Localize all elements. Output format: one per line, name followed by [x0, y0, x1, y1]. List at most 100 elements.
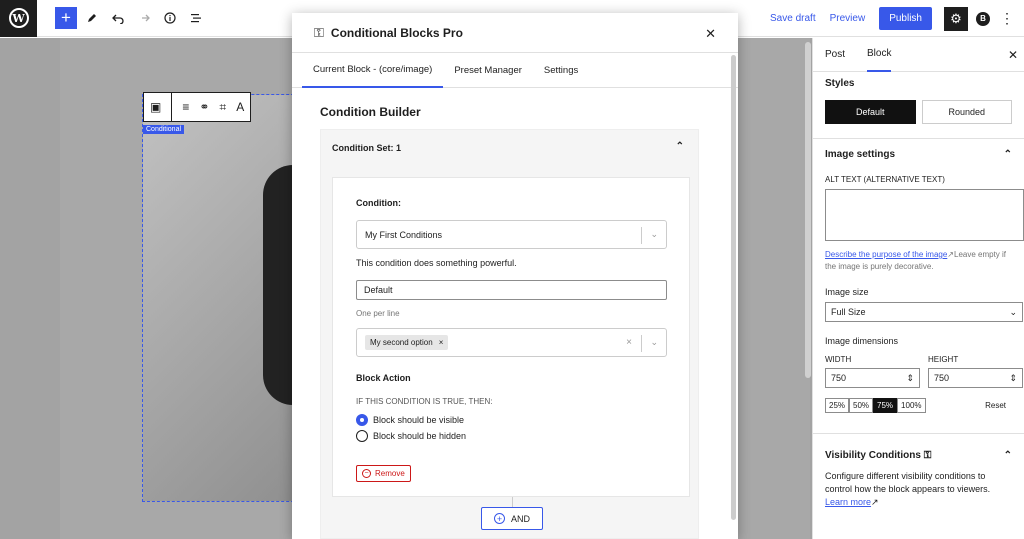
width-input[interactable]: 750 ⇕ [825, 368, 920, 388]
percentage-buttons: 25% 50% 75% 100% Reset [825, 398, 1012, 423]
tab-settings[interactable]: Settings [533, 53, 589, 88]
styles-panel: Styles Default Rounded [813, 72, 1024, 139]
image-settings-panel: Image settings ⌃ ALT TEXT (ALTERNATIVE TE… [813, 143, 1024, 434]
undo-icon[interactable] [107, 7, 129, 29]
text-overlay-icon[interactable]: A [236, 100, 244, 114]
wordpress-logo-icon[interactable]: W [0, 0, 37, 37]
condition-builder-title: Condition Builder [320, 105, 421, 119]
height-input[interactable]: 750 ⇕ [928, 368, 1023, 388]
if-true-label: IF THIS CONDITION IS TRUE, THEN: [356, 397, 493, 406]
pct-25-button[interactable]: 25% [825, 398, 850, 413]
add-block-button[interactable]: + [55, 7, 77, 29]
image-size-select[interactable]: Full Size ⌄ [825, 302, 1023, 322]
alt-help-link[interactable]: Describe the purpose of the image [825, 250, 947, 259]
styles-heading: Styles [825, 77, 855, 89]
modal-scrollbar[interactable] [731, 55, 736, 520]
plugin-icon[interactable]: B [976, 11, 990, 26]
chevron-down-icon: ⌄ [650, 229, 658, 239]
external-link-icon: ↗ [947, 250, 954, 259]
select-divider [641, 227, 642, 244]
learn-more-link[interactable]: Learn more [825, 497, 871, 507]
tab-current-block[interactable]: Current Block - (core/image) [302, 53, 444, 88]
stepper-icon: ⇕ [906, 372, 914, 383]
list-view-icon[interactable] [185, 7, 207, 29]
publish-button[interactable]: Publish [879, 7, 932, 30]
info-icon[interactable] [159, 7, 181, 29]
and-button[interactable]: + AND [481, 507, 543, 530]
chevron-up-icon: ⌃ [1003, 148, 1012, 160]
block-action-heading: Block Action [356, 373, 411, 383]
save-draft-button[interactable]: Save draft [770, 13, 816, 24]
condition-description: This condition does something powerful. [356, 258, 517, 268]
pct-50-button[interactable]: 50% [849, 398, 874, 413]
settings-gear-icon[interactable]: ⚙ [944, 6, 968, 31]
style-default-button[interactable]: Default [825, 100, 916, 124]
radio-hidden[interactable] [356, 430, 368, 442]
modal-header: ⚿ Conditional Blocks Pro ✕ [292, 13, 738, 53]
options-multiselect[interactable]: My second option × × ⌄ [356, 328, 667, 357]
width-label: WIDTH [825, 355, 852, 364]
image-size-label: Image size [825, 287, 869, 297]
select-divider [641, 335, 642, 352]
link-icon[interactable]: ⚭ [199, 100, 209, 114]
remove-tag-icon[interactable]: × [439, 338, 444, 347]
remove-button[interactable]: − Remove [356, 465, 411, 482]
close-sidebar-icon[interactable]: ✕ [1008, 48, 1018, 62]
alt-text-label: ALT TEXT (ALTERNATIVE TEXT) [825, 175, 945, 184]
one-per-line-hint: One per line [356, 309, 400, 318]
condition-set-header[interactable]: Condition Set: 1 ⌃ [321, 130, 698, 165]
visibility-panel: Visibility Conditions ⚿ ⌃ Configure diffe… [813, 444, 1024, 509]
radio-visible[interactable] [356, 414, 368, 426]
selected-option-tag: My second option × [365, 335, 449, 350]
plus-circle-icon: + [493, 513, 505, 524]
canvas-scrollbar[interactable] [805, 42, 811, 378]
minus-circle-icon: − [362, 469, 371, 478]
pct-100-button[interactable]: 100% [897, 398, 926, 413]
conditional-blocks-modal: ⚿ Conditional Blocks Pro ✕ Current Block… [292, 13, 738, 539]
more-options-icon[interactable]: ⋮ [1000, 10, 1014, 27]
sidebar-tabs: Post Block ✕ [813, 38, 1024, 72]
connector-line [512, 497, 513, 507]
image-block-icon[interactable]: ▣ [150, 100, 161, 114]
condition-text-input[interactable]: Default [356, 280, 667, 300]
condition-set-panel: Condition Set: 1 ⌃ Condition: My First C… [320, 129, 699, 539]
chevron-up-icon[interactable]: ⌃ [676, 141, 684, 152]
condition-label: Condition: [356, 198, 401, 208]
radio-hidden-row[interactable]: Block should be hidden [356, 430, 666, 442]
condition-select[interactable]: My First Conditions ⌄ [356, 220, 667, 249]
modal-tabs: Current Block - (core/image) Preset Mana… [292, 53, 738, 88]
preview-button[interactable]: Preview [830, 13, 866, 24]
image-block[interactable] [142, 94, 323, 502]
image-settings-heading[interactable]: Image settings ⌃ [825, 143, 1012, 165]
clear-icon[interactable]: × [626, 337, 632, 348]
visibility-heading[interactable]: Visibility Conditions ⚿ ⌃ [825, 444, 1012, 466]
chevron-down-icon: ⌄ [650, 337, 658, 347]
tab-block[interactable]: Block [867, 38, 892, 72]
conditional-block-label: Conditional [143, 125, 185, 134]
reset-button[interactable]: Reset [985, 401, 1006, 410]
visibility-description: Configure different visibility condition… [825, 471, 991, 507]
style-rounded-button[interactable]: Rounded [921, 100, 1012, 124]
align-icon[interactable]: ≡ [182, 100, 189, 114]
close-modal-icon[interactable]: ✕ [705, 26, 716, 42]
tab-preset-manager[interactable]: Preset Manager [443, 53, 533, 88]
visibility-plugin-icon: ⚿ [923, 449, 932, 461]
pct-75-button[interactable]: 75% [873, 398, 898, 413]
block-toolbar: ▣ ≡ ⚭ ⌗ A [143, 92, 252, 122]
alt-text-input[interactable] [825, 189, 1024, 241]
radio-visible-row[interactable]: Block should be visible [356, 414, 666, 426]
alt-text-help: Describe the purpose of the image↗Leave … [825, 250, 1007, 271]
chevron-down-icon: ⌄ [1009, 306, 1017, 317]
modal-title: Conditional Blocks Pro [330, 25, 463, 40]
height-label: HEIGHT [928, 355, 959, 364]
pen-tool-icon[interactable] [81, 7, 103, 29]
redo-icon[interactable] [133, 7, 155, 29]
plugin-logo-icon: ⚿ [314, 24, 324, 40]
crop-icon[interactable]: ⌗ [219, 100, 226, 115]
tab-post[interactable]: Post [825, 38, 845, 72]
chevron-up-icon: ⌃ [1003, 449, 1012, 461]
image-dimensions-label: Image dimensions [825, 336, 899, 346]
stepper-icon: ⇕ [1009, 372, 1017, 383]
condition-card: Condition: My First Conditions ⌄ This co… [332, 177, 690, 497]
external-link-icon: ↗ [871, 497, 879, 507]
